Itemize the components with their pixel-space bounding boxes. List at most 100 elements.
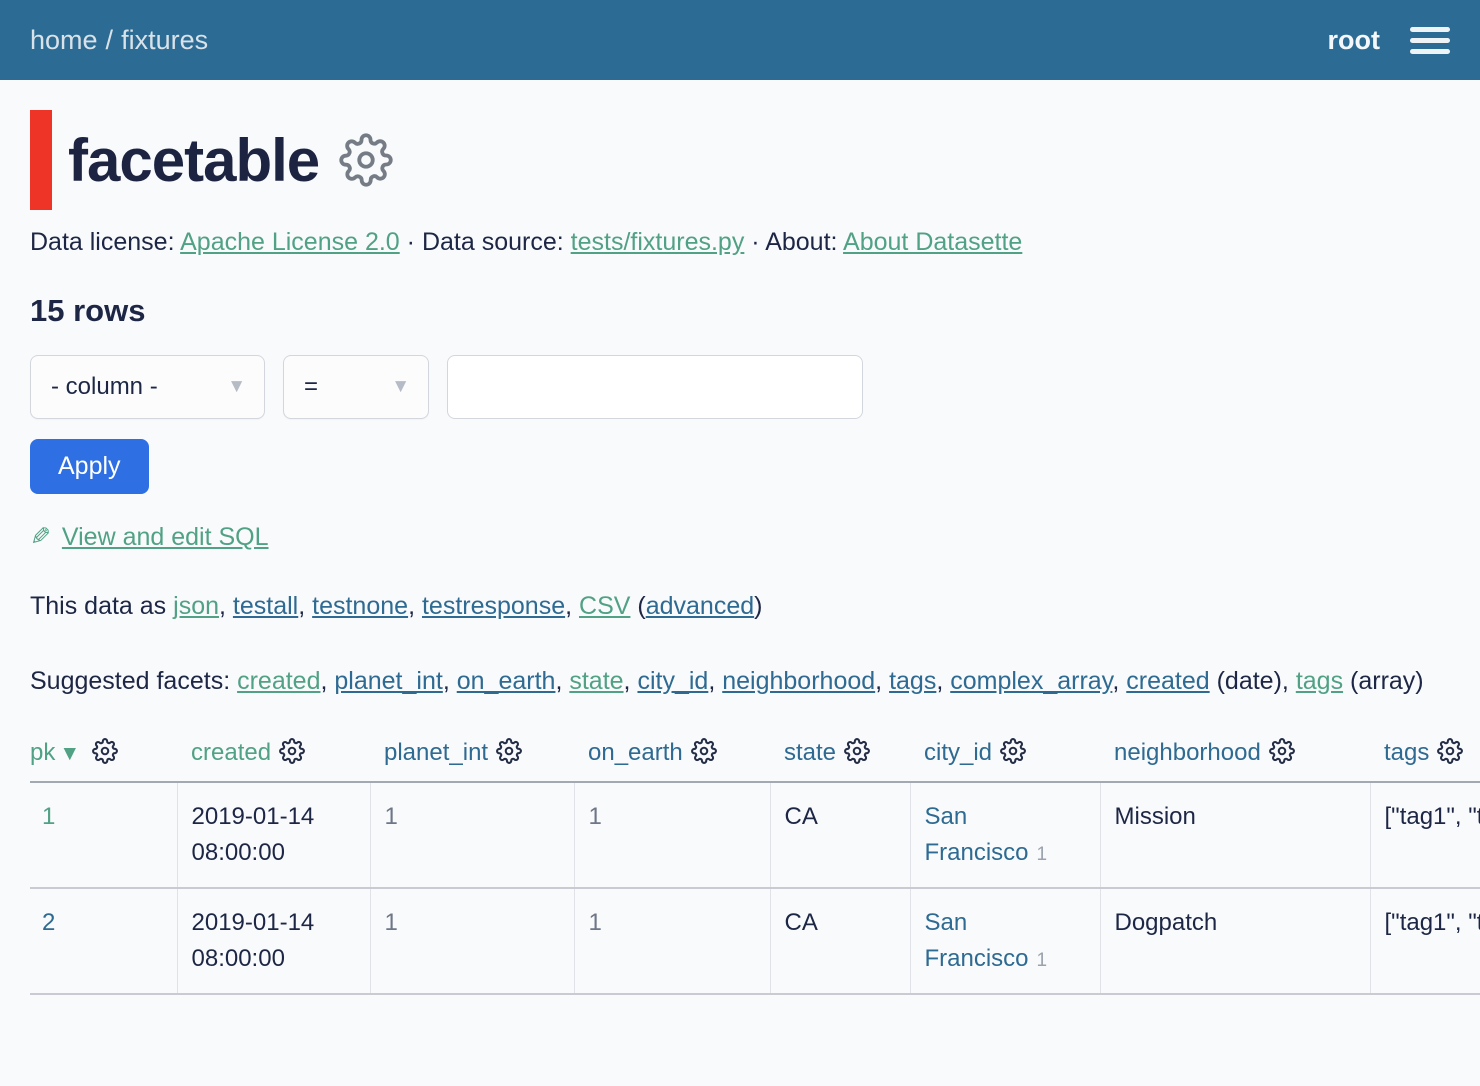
table-settings-gear-icon[interactable] <box>339 133 393 187</box>
column-header-state-link[interactable]: state <box>784 739 836 766</box>
facet-link-tags[interactable]: tags <box>889 667 936 695</box>
facet-link-created[interactable]: created <box>237 667 320 695</box>
export-link-advanced[interactable]: advanced <box>646 592 754 620</box>
license-label: Data license: <box>30 228 175 256</box>
cell-created: 2019-01-14 08:00:00 <box>177 782 370 888</box>
title-section: facetable <box>30 110 1480 210</box>
column-header-created-link[interactable]: created <box>191 739 271 766</box>
export-link-json[interactable]: json <box>173 592 219 620</box>
filter-value-input[interactable] <box>447 355 863 419</box>
breadcrumb-fixtures-link[interactable]: fixtures <box>121 25 208 55</box>
column-gear-icon[interactable] <box>1000 738 1026 764</box>
rows-table: pk▼ created planet_int on_earth state <box>30 730 1480 995</box>
filter-row: - column - ▼ = ▼ <box>30 355 1480 419</box>
view-edit-sql-link[interactable]: View and edit SQL <box>62 523 269 551</box>
facet-link-planet-int[interactable]: planet_int <box>334 667 442 695</box>
column-header-on-earth-link[interactable]: on_earth <box>588 739 683 766</box>
cell-neighborhood: Dogpatch <box>1100 888 1370 994</box>
facet-link-tags-array[interactable]: tags <box>1296 667 1343 695</box>
operator-select-value: = <box>304 373 318 401</box>
column-header-pk: pk▼ <box>30 730 177 782</box>
facets-prefix: Suggested facets: <box>30 667 230 695</box>
column-gear-icon[interactable] <box>691 738 717 764</box>
page-title: facetable <box>68 126 319 195</box>
facet-link-complex-array[interactable]: complex_array <box>950 667 1112 695</box>
sort-desc-icon: ▼ <box>59 742 80 765</box>
export-link-testresponse[interactable]: testresponse <box>422 592 565 620</box>
apply-button[interactable]: Apply <box>30 439 149 494</box>
table-row: 2 2019-01-14 08:00:00 1 1 CA San Francis… <box>30 888 1480 994</box>
city-id-value: 1 <box>1037 950 1048 971</box>
breadcrumb: home/fixtures <box>30 25 208 56</box>
column-gear-icon[interactable] <box>1269 738 1295 764</box>
facet-link-state[interactable]: state <box>569 667 623 695</box>
facet-link-city-id[interactable]: city_id <box>637 667 708 695</box>
hamburger-menu-icon[interactable] <box>1410 23 1450 58</box>
column-header-tags-link[interactable]: tags <box>1384 739 1429 766</box>
column-gear-icon[interactable] <box>92 738 118 764</box>
pk-link[interactable]: 1 <box>42 803 55 830</box>
cell-tags: ["tag1", "tag2"] <box>1370 782 1480 888</box>
operator-select[interactable]: = ▼ <box>283 355 429 419</box>
metadata-line: Data license: Apache License 2.0 · Data … <box>30 228 1480 257</box>
export-link-testall[interactable]: testall <box>233 592 298 620</box>
license-link[interactable]: Apache License 2.0 <box>180 228 400 256</box>
dot-separator: · <box>751 228 759 256</box>
table-row: 1 2019-01-14 08:00:00 1 1 CA San Francis… <box>30 782 1480 888</box>
column-header-state: state <box>770 730 910 782</box>
row-count: 15 rows <box>30 293 1480 329</box>
cell-planet-int: 1 <box>370 782 574 888</box>
export-link-csv[interactable]: CSV <box>579 592 630 620</box>
column-header-neighborhood: neighborhood <box>1100 730 1370 782</box>
column-select-value: - column - <box>51 373 158 401</box>
cell-pk: 1 <box>30 782 177 888</box>
column-gear-icon[interactable] <box>279 738 305 764</box>
cell-neighborhood: Mission <box>1100 782 1370 888</box>
cell-on-earth: 1 <box>574 782 770 888</box>
export-prefix: This data as <box>30 592 166 620</box>
column-select[interactable]: - column - ▼ <box>30 355 265 419</box>
title-accent-bar <box>30 110 52 210</box>
about-link[interactable]: About Datasette <box>843 228 1022 256</box>
export-link-testnone[interactable]: testnone <box>312 592 408 620</box>
column-gear-icon[interactable] <box>1437 738 1463 764</box>
suggested-facets-row: Suggested facets: created, planet_int, o… <box>30 657 1480 705</box>
column-gear-icon[interactable] <box>844 738 870 764</box>
pk-link[interactable]: 2 <box>42 909 55 936</box>
column-header-created: created <box>177 730 370 782</box>
cell-city-id: San Francisco 1 <box>910 782 1100 888</box>
column-header-pk-link[interactable]: pk <box>30 739 55 766</box>
column-header-on-earth: on_earth <box>574 730 770 782</box>
breadcrumb-separator: / <box>98 25 122 55</box>
cell-created: 2019-01-14 08:00:00 <box>177 888 370 994</box>
top-navigation-bar: home/fixtures root <box>0 0 1480 80</box>
column-header-planet-int-link[interactable]: planet_int <box>384 739 488 766</box>
column-header-tags: tags <box>1370 730 1480 782</box>
user-menu-root[interactable]: root <box>1328 25 1380 56</box>
chevron-down-icon: ▼ <box>227 376 246 398</box>
cell-tags: ["tag1", "tag3"] <box>1370 888 1480 994</box>
source-label: Data source: <box>422 228 564 256</box>
city-link[interactable]: San Francisco <box>925 909 1029 972</box>
export-links-row: This data as json, testall, testnone, te… <box>30 592 1480 621</box>
city-link[interactable]: San Francisco <box>925 803 1029 866</box>
facet-link-created-date[interactable]: created <box>1126 667 1209 695</box>
column-header-planet-int: planet_int <box>370 730 574 782</box>
cell-on-earth: 1 <box>574 888 770 994</box>
breadcrumb-home-link[interactable]: home <box>30 25 98 55</box>
column-header-city-id-link[interactable]: city_id <box>924 739 992 766</box>
chevron-down-icon: ▼ <box>391 376 410 398</box>
cell-city-id: San Francisco 1 <box>910 888 1100 994</box>
city-id-value: 1 <box>1037 844 1048 865</box>
facet-link-neighborhood[interactable]: neighborhood <box>722 667 875 695</box>
facet-link-on-earth[interactable]: on_earth <box>457 667 556 695</box>
sql-link-row: ✎ View and edit SQL <box>30 522 1480 552</box>
column-header-neighborhood-link[interactable]: neighborhood <box>1114 739 1261 766</box>
column-gear-icon[interactable] <box>496 738 522 764</box>
source-link[interactable]: tests/fixtures.py <box>571 228 745 256</box>
cell-pk: 2 <box>30 888 177 994</box>
about-label: About: <box>765 228 837 256</box>
column-header-city-id: city_id <box>910 730 1100 782</box>
dot-separator: · <box>407 228 415 256</box>
table-header-row: pk▼ created planet_int on_earth state <box>30 730 1480 782</box>
